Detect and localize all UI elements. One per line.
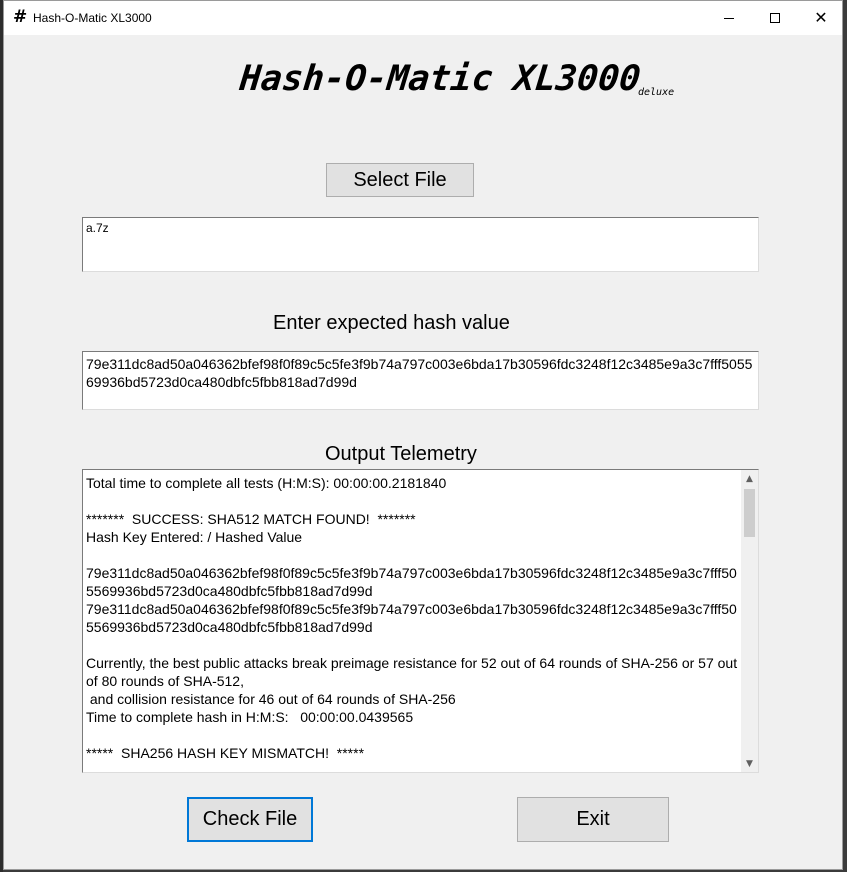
close-icon: ✕ <box>814 8 828 27</box>
minimize-button[interactable] <box>706 1 752 35</box>
scroll-down-icon[interactable]: ▼ <box>741 755 758 772</box>
app-logo-subtitle: deluxe <box>638 87 675 98</box>
hash-icon: # <box>13 7 28 27</box>
scroll-up-icon[interactable]: ▲ <box>741 470 758 487</box>
app-logo: Hash-O-Matic XL3000 <box>237 59 643 99</box>
scroll-thumb[interactable] <box>744 489 755 537</box>
maximize-icon <box>770 13 780 23</box>
output-scrollbar[interactable]: ▲ ▼ <box>741 470 758 772</box>
app-window: # Hash-O-Matic XL3000 ✕ Hash-O-Matic XL3… <box>3 0 843 870</box>
minimize-icon <box>724 17 734 19</box>
exit-button[interactable]: Exit <box>517 797 669 842</box>
title-bar[interactable]: # Hash-O-Matic XL3000 ✕ <box>4 1 842 35</box>
output-telemetry-text: Total time to complete all tests (H:M:S)… <box>86 475 738 761</box>
check-file-button[interactable]: Check File <box>187 797 313 842</box>
close-button[interactable]: ✕ <box>798 1 844 35</box>
select-file-button[interactable]: Select File <box>326 163 474 197</box>
selected-file-field[interactable]: a.7z <box>82 217 759 272</box>
window-title: Hash-O-Matic XL3000 <box>33 11 152 25</box>
expected-hash-input[interactable]: 79e311dc8ad50a046362bfef98f0f89c5c5fe3f9… <box>82 351 759 410</box>
maximize-button[interactable] <box>752 1 798 35</box>
expected-hash-label: Enter expected hash value <box>273 312 510 334</box>
output-telemetry-label: Output Telemetry <box>325 443 477 465</box>
output-telemetry-textarea[interactable]: Total time to complete all tests (H:M:S)… <box>82 469 759 773</box>
